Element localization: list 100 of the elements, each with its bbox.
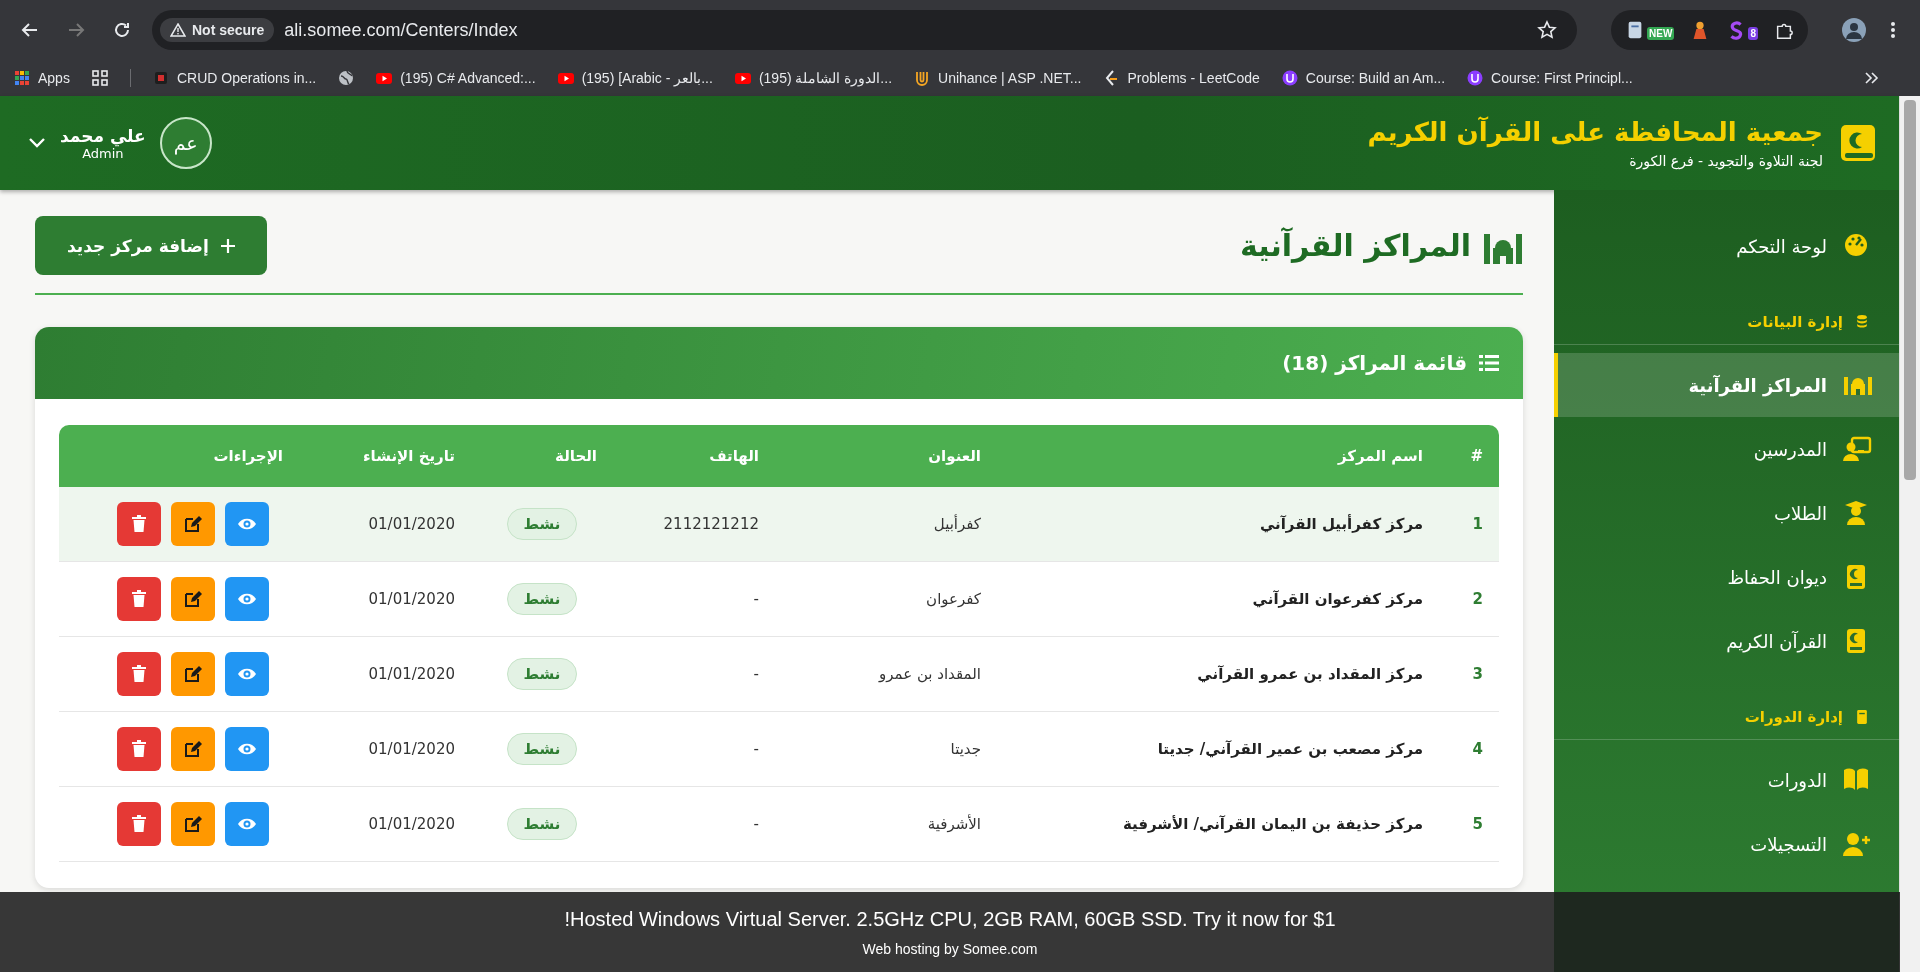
edit-button[interactable] xyxy=(171,652,215,696)
delete-button[interactable] xyxy=(117,802,161,846)
horseshoe-icon xyxy=(914,70,931,86)
bookmark[interactable]: (195) C# Advanced:... xyxy=(376,70,536,86)
user-name: علي محمد xyxy=(60,125,146,146)
view-button[interactable] xyxy=(225,652,269,696)
edit-button[interactable] xyxy=(171,802,215,846)
bookmark[interactable]: CRUD Operations in... xyxy=(152,70,317,86)
organization-title: جمعية المحافظة على القرآن الكريم xyxy=(1367,117,1823,147)
address-text: المقداد بن عمرو xyxy=(879,665,981,683)
bookmark[interactable]: (195) الدورة الشاملة... xyxy=(734,70,893,86)
row-number: 3 xyxy=(1472,665,1483,683)
bookmark[interactable]: (195) [Arabic - بالعر... xyxy=(557,70,713,86)
date-text: 01/01/2020 xyxy=(368,815,455,833)
status-badge: نشط xyxy=(506,808,578,840)
sidebar-item[interactable]: المراكز القرآنية xyxy=(1554,353,1899,417)
back-arrow-icon[interactable] xyxy=(21,21,39,39)
trash-icon xyxy=(131,665,147,683)
pencil-icon xyxy=(184,665,202,683)
address-text: كفرأبيل xyxy=(933,515,981,533)
address-text: الأشرفية xyxy=(927,815,981,833)
date-text: 01/01/2020 xyxy=(368,590,455,608)
list-icon xyxy=(1479,354,1499,372)
center-name: مركز حذيفة بن اليمان القرآني/ الأشرفية xyxy=(1122,815,1423,833)
status-badge: نشط xyxy=(506,733,578,765)
sidebar-item[interactable]: القرآن الكريم xyxy=(1554,609,1899,673)
user-avatar[interactable]: عم xyxy=(159,117,212,169)
row-number: 4 xyxy=(1472,740,1483,758)
star-icon[interactable] xyxy=(1537,20,1558,40)
bookmark[interactable]: Course: First Principl... xyxy=(1467,70,1633,86)
pencil-icon xyxy=(184,590,202,608)
column-header: العنوان xyxy=(775,425,997,487)
plus-icon xyxy=(220,238,235,253)
sidebar-item[interactable]: التسجيلات xyxy=(1554,812,1899,876)
add-center-button[interactable]: إضافة مركز جديد xyxy=(35,216,267,275)
security-chip[interactable]: Not secure xyxy=(160,18,275,42)
sidebar-item[interactable]: الطلاب xyxy=(1554,481,1899,545)
grid-icon[interactable] xyxy=(91,70,108,86)
bookmark[interactable]: Problems - LeetCode xyxy=(1103,70,1260,86)
menu-icon[interactable] xyxy=(1890,21,1896,39)
column-header: الحالة xyxy=(471,425,613,487)
reload-icon[interactable] xyxy=(113,21,131,39)
column-header: تاريخ الإنشاء xyxy=(299,425,471,487)
add-user-icon xyxy=(1843,830,1873,858)
warning-icon xyxy=(170,23,186,37)
row-number: 2 xyxy=(1472,590,1483,608)
section-heading: إدارة البيانات xyxy=(1747,313,1843,331)
url-text: ali.somee.com/Centers/Index xyxy=(284,19,519,41)
date-text: 01/01/2020 xyxy=(368,665,455,683)
delete-button[interactable] xyxy=(117,652,161,696)
square-icon xyxy=(152,70,169,86)
column-header: اسم المركز xyxy=(997,425,1439,487)
delete-button[interactable] xyxy=(117,577,161,621)
sidebar-item[interactable]: الدورات xyxy=(1554,748,1899,812)
bookmark[interactable]: Unihance | ASP .NET... xyxy=(914,70,1082,86)
extension-badge: NEW xyxy=(1647,27,1675,40)
view-button[interactable] xyxy=(225,802,269,846)
profile-avatar[interactable] xyxy=(1842,18,1866,42)
center-name: مركز كفرأبيل القرآني xyxy=(1259,515,1423,533)
trash-icon xyxy=(131,590,147,608)
edit-button[interactable] xyxy=(171,577,215,621)
status-badge: نشط xyxy=(506,583,578,615)
address-text: جديتا xyxy=(950,740,981,758)
phone-text: - xyxy=(753,815,759,833)
hosting-link[interactable]: Web hosting by Somee.com xyxy=(862,940,1038,957)
globe-icon[interactable] xyxy=(338,70,355,86)
row-number: 5 xyxy=(1472,815,1483,833)
phone-text: - xyxy=(753,665,759,683)
sidebar-item[interactable]: ديوان الحفاظ xyxy=(1554,545,1899,609)
scrollbar[interactable] xyxy=(1899,96,1920,972)
play-icon xyxy=(376,70,393,86)
circle-icon xyxy=(1281,70,1298,86)
trash-icon xyxy=(131,740,147,758)
ad-text: !Hosted Windows Virtual Server. 2.5GHz CPU, 2GB RAM, 60GB SSD. Try it now for $1 xyxy=(564,907,1336,931)
date-text: 01/01/2020 xyxy=(368,740,455,758)
address-bar[interactable]: Not secure ali.somee.com/Centers/Index xyxy=(152,10,1578,50)
sidebar-item[interactable]: المدرسين xyxy=(1554,417,1899,481)
bookmark[interactable]: Apps xyxy=(14,70,70,86)
forward-arrow-icon[interactable] xyxy=(67,21,85,39)
center-name: مركز كفرعوان القرآني xyxy=(1252,590,1423,608)
view-button[interactable] xyxy=(225,502,269,546)
bookmark[interactable]: Course: Build an Am... xyxy=(1281,70,1446,86)
edit-button[interactable] xyxy=(171,502,215,546)
more-bookmarks-icon[interactable] xyxy=(1864,71,1880,85)
chevron-icon xyxy=(1103,70,1120,86)
user-role: Admin xyxy=(82,145,124,161)
delete-button[interactable] xyxy=(117,502,161,546)
date-text: 01/01/2020 xyxy=(368,515,455,533)
view-button[interactable] xyxy=(225,577,269,621)
status-badge: نشط xyxy=(506,508,578,540)
play-icon xyxy=(557,70,574,86)
delete-button[interactable] xyxy=(117,727,161,771)
apps-icon xyxy=(14,70,30,86)
address-text: كفرعوان xyxy=(926,590,981,608)
row-number: 1 xyxy=(1472,515,1483,533)
view-button[interactable] xyxy=(225,727,269,771)
chevron-down-icon[interactable] xyxy=(28,137,46,149)
edit-button[interactable] xyxy=(171,727,215,771)
status-badge: نشط xyxy=(506,658,578,690)
sidebar-item[interactable]: لوحة التحكم xyxy=(1554,214,1899,278)
